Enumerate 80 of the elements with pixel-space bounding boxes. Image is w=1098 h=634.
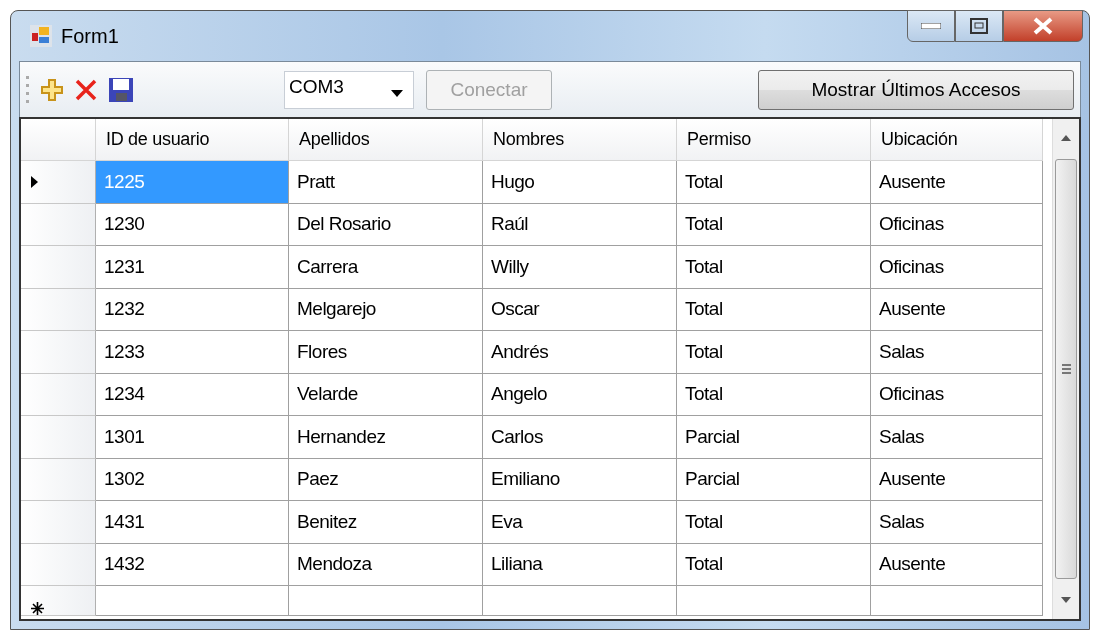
- table-cell[interactable]: [96, 586, 289, 616]
- table-cell[interactable]: 1231: [96, 246, 289, 289]
- app-icon: [29, 24, 53, 48]
- table-cell[interactable]: Angelo: [483, 373, 677, 416]
- table-cell[interactable]: 1432: [96, 543, 289, 586]
- table-cell[interactable]: Oficinas: [871, 203, 1043, 246]
- table-cell[interactable]: Parcial: [677, 416, 871, 459]
- column-header[interactable]: Apellidos: [289, 119, 483, 161]
- table-cell[interactable]: Del Rosario: [289, 203, 483, 246]
- table-cell[interactable]: Total: [677, 246, 871, 289]
- table-cell[interactable]: Eva: [483, 501, 677, 544]
- table-cell[interactable]: Ausente: [871, 161, 1043, 204]
- table-cell[interactable]: Parcial: [677, 458, 871, 501]
- table-cell[interactable]: Melgarejo: [289, 288, 483, 331]
- table-cell[interactable]: Total: [677, 203, 871, 246]
- new-row-icon: [31, 602, 44, 615]
- table-cell[interactable]: 1302: [96, 458, 289, 501]
- column-header[interactable]: Permiso: [677, 119, 871, 161]
- maximize-icon: [970, 18, 988, 34]
- column-header[interactable]: Ubicación: [871, 119, 1043, 161]
- column-header[interactable]: ID de usuario: [96, 119, 289, 161]
- table-cell[interactable]: Paez: [289, 458, 483, 501]
- close-button[interactable]: [1003, 10, 1083, 42]
- table-cell[interactable]: Total: [677, 288, 871, 331]
- scroll-up-icon[interactable]: [1061, 135, 1071, 141]
- table-cell[interactable]: [871, 586, 1043, 616]
- maximize-button[interactable]: [955, 10, 1003, 42]
- table-cell[interactable]: 1301: [96, 416, 289, 459]
- minimize-button[interactable]: [907, 10, 955, 42]
- table-cell[interactable]: Ausente: [871, 458, 1043, 501]
- table-cell[interactable]: 1234: [96, 373, 289, 416]
- table-cell[interactable]: Mendoza: [289, 543, 483, 586]
- table-cell[interactable]: Ausente: [871, 288, 1043, 331]
- table-cell[interactable]: [483, 586, 677, 616]
- table-cell[interactable]: Total: [677, 331, 871, 374]
- table-cell[interactable]: Salas: [871, 331, 1043, 374]
- table-cell[interactable]: Raúl: [483, 203, 677, 246]
- table-cell[interactable]: Hernandez: [289, 416, 483, 459]
- table-cell[interactable]: Carlos: [483, 416, 677, 459]
- table-cell[interactable]: Total: [677, 373, 871, 416]
- table-cell[interactable]: Velarde: [289, 373, 483, 416]
- save-icon[interactable]: [108, 76, 134, 103]
- table-cell[interactable]: Total: [677, 543, 871, 586]
- scrollbar[interactable]: [1052, 119, 1079, 619]
- add-icon[interactable]: [40, 77, 64, 102]
- scroll-down-icon[interactable]: [1061, 597, 1071, 603]
- table-cell[interactable]: Oscar: [483, 288, 677, 331]
- table-cell[interactable]: Liliana: [483, 543, 677, 586]
- row-header[interactable]: [21, 586, 96, 616]
- table-cell[interactable]: Andrés: [483, 331, 677, 374]
- window-title: Form1: [61, 24, 119, 48]
- table-cell[interactable]: Total: [677, 501, 871, 544]
- table-cell[interactable]: Emiliano: [483, 458, 677, 501]
- table-cell[interactable]: [289, 586, 483, 616]
- table-cell[interactable]: Pratt: [289, 161, 483, 204]
- table-cell[interactable]: Salas: [871, 416, 1043, 459]
- scroll-thumb-grip-icon[interactable]: [1061, 364, 1071, 374]
- caret-icon: [391, 89, 403, 97]
- table-cell[interactable]: Benitez: [289, 501, 483, 544]
- table-cell[interactable]: Willy: [483, 246, 677, 289]
- toolbar-grip-icon: [26, 74, 30, 105]
- table-cell[interactable]: 1230: [96, 203, 289, 246]
- table-cell[interactable]: Total: [677, 161, 871, 204]
- column-header[interactable]: Nombres: [483, 119, 677, 161]
- table-cell[interactable]: 1431: [96, 501, 289, 544]
- table-cell[interactable]: 1232: [96, 288, 289, 331]
- table-cell[interactable]: Ausente: [871, 543, 1043, 586]
- minimize-icon: [921, 23, 941, 29]
- show-accesses-button[interactable]: Mostrar Últimos Accesos: [758, 69, 1074, 110]
- table-cell[interactable]: Carrera: [289, 246, 483, 289]
- table-cell[interactable]: Oficinas: [871, 246, 1043, 289]
- table-cell[interactable]: [677, 586, 871, 616]
- table-cell[interactable]: Salas: [871, 501, 1043, 544]
- table-cell[interactable]: Flores: [289, 331, 483, 374]
- port-dropdown[interactable]: COM3: [284, 70, 414, 109]
- delete-icon[interactable]: [74, 77, 98, 102]
- table-cell[interactable]: Hugo: [483, 161, 677, 204]
- table-cell[interactable]: Oficinas: [871, 373, 1043, 416]
- table-cell[interactable]: 1233: [96, 331, 289, 374]
- close-icon: [1032, 17, 1054, 35]
